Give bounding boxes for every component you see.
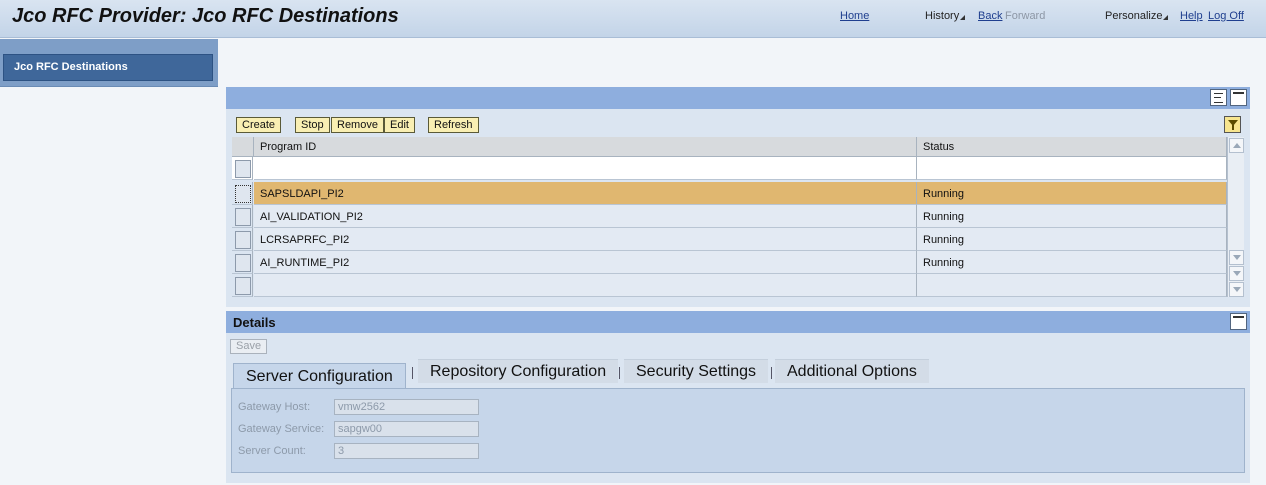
stop-button[interactable]: Stop bbox=[295, 117, 330, 133]
details-tabstrip: Server Configuration Repository Configur… bbox=[231, 356, 1250, 389]
personalize-menu[interactable]: Personalize bbox=[1105, 10, 1169, 22]
server-configuration-form: Gateway Host: Gateway Service: Server Co… bbox=[231, 388, 1245, 473]
gateway-service-field bbox=[334, 421, 479, 437]
gateway-service-label: Gateway Service: bbox=[238, 423, 325, 435]
table-toolbar: Create Stop Remove Edit Refresh bbox=[226, 109, 1250, 137]
tab-separator bbox=[771, 367, 772, 379]
program-id-cell: LCRSAPRFC_PI2 bbox=[254, 228, 917, 251]
gateway-host-field bbox=[334, 399, 479, 415]
program-id-cell: SAPSLDAPI_PI2 bbox=[254, 182, 917, 205]
tab-server-configuration[interactable]: Server Configuration bbox=[233, 363, 406, 389]
filter-toggle-icon[interactable] bbox=[1224, 116, 1241, 133]
save-button: Save bbox=[230, 339, 268, 354]
status-cell: Running bbox=[917, 182, 1227, 205]
minimize-icon[interactable] bbox=[1230, 89, 1247, 106]
program-id-cell: AI_VALIDATION_PI2 bbox=[254, 205, 917, 228]
tab-separator bbox=[412, 367, 413, 379]
dropdown-arrow-icon bbox=[960, 15, 966, 20]
forward-link: Forward bbox=[1005, 10, 1046, 22]
select-all-header[interactable] bbox=[232, 137, 254, 157]
empty-cell bbox=[917, 274, 1227, 297]
personalize-label: Personalize bbox=[1105, 10, 1163, 22]
empty-cell bbox=[254, 274, 917, 297]
tab-repository-configuration[interactable]: Repository Configuration bbox=[418, 359, 619, 383]
table-row[interactable]: AI_VALIDATION_PI2 Running bbox=[232, 205, 1227, 228]
refresh-button[interactable]: Refresh bbox=[428, 117, 479, 133]
row-selector[interactable] bbox=[232, 205, 253, 228]
page-down-icon[interactable] bbox=[1229, 266, 1244, 281]
navigation-area bbox=[0, 88, 218, 485]
table-row[interactable]: AI_RUNTIME_PI2 Running bbox=[232, 251, 1227, 274]
details-panel: Save Server Configuration Repository Con… bbox=[226, 333, 1250, 483]
empty-table-row bbox=[232, 274, 1227, 297]
column-header-program-id[interactable]: Program ID bbox=[254, 137, 917, 157]
destinations-panel-header bbox=[226, 87, 1250, 109]
table-row[interactable]: SAPSLDAPI_PI2 Running bbox=[232, 182, 1227, 205]
destinations-table: Program ID Status SAPSLDAPI_PI2 Running … bbox=[226, 137, 1250, 307]
server-count-field bbox=[334, 443, 479, 459]
scroll-to-end-icon[interactable] bbox=[1229, 282, 1244, 297]
row-selector bbox=[232, 274, 253, 297]
nav-item-jco-rfc-destinations[interactable]: Jco RFC Destinations bbox=[3, 54, 213, 81]
dropdown-arrow-icon bbox=[1163, 15, 1169, 20]
tab-security-settings[interactable]: Security Settings bbox=[624, 359, 769, 383]
page-title: Jco RFC Provider: Jco RFC Destinations bbox=[12, 5, 399, 27]
panel-options-icon[interactable] bbox=[1210, 89, 1227, 106]
tab-additional-options[interactable]: Additional Options bbox=[775, 359, 929, 383]
remove-button[interactable]: Remove bbox=[331, 117, 384, 133]
status-cell: Running bbox=[917, 251, 1227, 274]
minimize-icon[interactable] bbox=[1230, 313, 1247, 330]
server-count-label: Server Count: bbox=[238, 445, 306, 457]
history-menu[interactable]: History bbox=[925, 10, 966, 22]
page-header: Jco RFC Provider: Jco RFC Destinations H… bbox=[0, 0, 1266, 38]
table-row[interactable]: LCRSAPRFC_PI2 Running bbox=[232, 228, 1227, 251]
details-panel-header: Details bbox=[226, 311, 1250, 333]
gateway-host-label: Gateway Host: bbox=[238, 401, 311, 413]
edit-button[interactable]: Edit bbox=[384, 117, 415, 133]
scroll-down-icon[interactable] bbox=[1229, 250, 1244, 265]
scroll-up-icon[interactable] bbox=[1229, 138, 1244, 153]
back-link[interactable]: Back bbox=[978, 10, 1002, 22]
program-id-filter-input[interactable] bbox=[254, 157, 917, 180]
navigation-panel: Jco RFC Destinations bbox=[0, 39, 218, 87]
row-selector[interactable] bbox=[232, 228, 253, 251]
logoff-link[interactable]: Log Off bbox=[1208, 10, 1244, 22]
filter-row bbox=[232, 157, 1227, 180]
help-link[interactable]: Help bbox=[1180, 10, 1203, 22]
status-cell: Running bbox=[917, 205, 1227, 228]
history-label: History bbox=[925, 10, 960, 22]
home-link[interactable]: Home bbox=[840, 10, 869, 22]
row-selector[interactable] bbox=[232, 182, 253, 205]
status-filter-input[interactable] bbox=[917, 157, 1227, 180]
tab-separator bbox=[619, 367, 620, 379]
create-button[interactable]: Create bbox=[236, 117, 282, 133]
vertical-scrollbar[interactable] bbox=[1227, 137, 1244, 297]
details-title: Details bbox=[233, 315, 276, 330]
column-header-status[interactable]: Status bbox=[917, 137, 1227, 157]
row-selector[interactable] bbox=[232, 251, 253, 274]
program-id-cell: AI_RUNTIME_PI2 bbox=[254, 251, 917, 274]
filter-icon[interactable] bbox=[232, 157, 253, 180]
status-cell: Running bbox=[917, 228, 1227, 251]
